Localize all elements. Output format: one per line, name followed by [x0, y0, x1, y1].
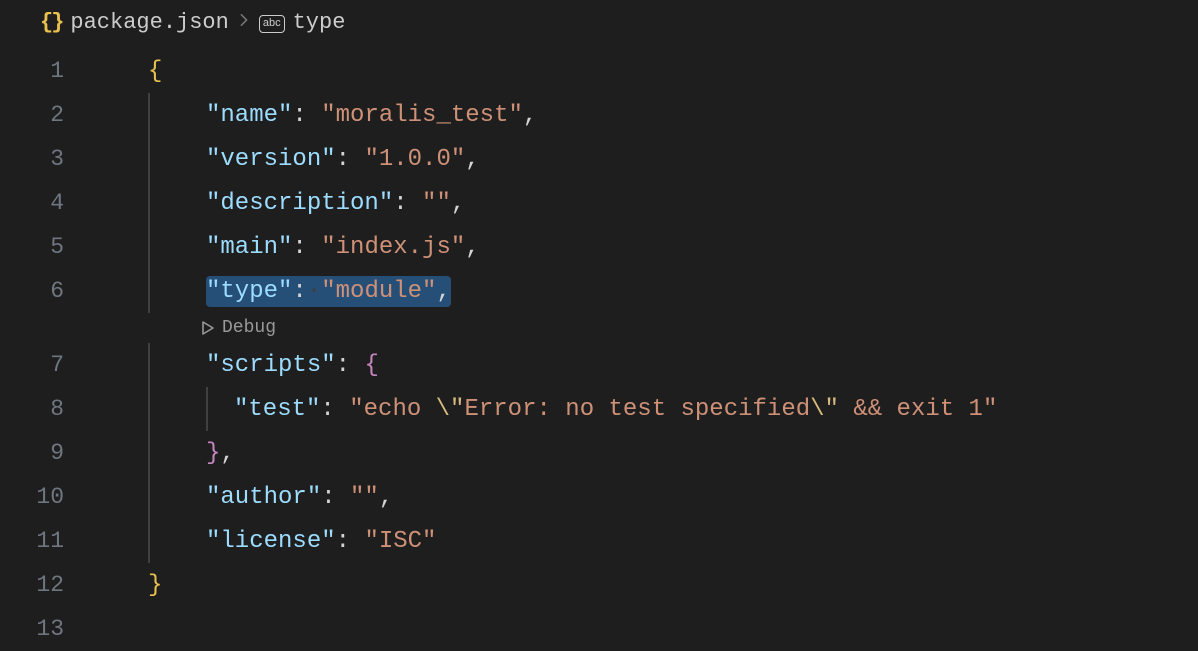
- json-value: "moralis_test": [321, 102, 523, 129]
- indent-guide: [148, 387, 150, 431]
- codelens-debug[interactable]: Debug: [0, 313, 1198, 343]
- codelens-label: Debug: [222, 318, 276, 338]
- line-number: 13: [0, 616, 92, 642]
- play-icon: [200, 320, 216, 336]
- code-line[interactable]: 9 },: [0, 431, 1198, 475]
- brace-close: }: [206, 440, 220, 467]
- line-number: 11: [0, 528, 92, 554]
- indent-guide: [148, 519, 150, 563]
- json-key: "scripts": [206, 352, 336, 379]
- code-line[interactable]: 7 "scripts": {: [0, 343, 1198, 387]
- line-number: 2: [0, 102, 92, 128]
- line-number: 5: [0, 234, 92, 260]
- json-value: "echo \"Error: no test specified\" && ex…: [349, 396, 997, 423]
- indent-guide: [148, 431, 150, 475]
- chevron-right-icon: [237, 11, 251, 34]
- json-key: "type": [206, 278, 292, 305]
- json-value: "": [350, 484, 379, 511]
- code-line[interactable]: 10 "author": "",: [0, 475, 1198, 519]
- code-line[interactable]: 3 "version": "1.0.0",: [0, 137, 1198, 181]
- line-number: 12: [0, 572, 92, 598]
- brace-open: {: [148, 58, 162, 85]
- code-line[interactable]: 12 }: [0, 563, 1198, 607]
- line-number: 3: [0, 146, 92, 172]
- code-line[interactable]: 5 "main": "index.js",: [0, 225, 1198, 269]
- brace-close: }: [148, 572, 162, 599]
- json-key: "author": [206, 484, 321, 511]
- code-editor[interactable]: 1 { 2 "name": "moralis_test", 3 "version…: [0, 45, 1198, 651]
- selection-highlight: "type":·"module",: [206, 276, 451, 307]
- json-value: "ISC": [364, 528, 436, 555]
- indent-guide: [148, 475, 150, 519]
- line-number: 1: [0, 58, 92, 84]
- json-key: "main": [206, 234, 292, 261]
- line-number: 10: [0, 484, 92, 510]
- json-key: "test": [234, 396, 320, 423]
- line-number: 9: [0, 440, 92, 466]
- code-line[interactable]: 1 {: [0, 49, 1198, 93]
- line-number: 7: [0, 352, 92, 378]
- string-symbol-icon: abc: [259, 15, 285, 33]
- indent-guide: [148, 137, 150, 181]
- indent-guide: [148, 343, 150, 387]
- indent-guide: [148, 225, 150, 269]
- json-value: "module": [321, 278, 436, 305]
- breadcrumb[interactable]: {} package.json abc type: [0, 0, 1198, 45]
- code-line[interactable]: 11 "license": "ISC": [0, 519, 1198, 563]
- line-number: 8: [0, 396, 92, 422]
- colon: :: [292, 102, 306, 129]
- json-value: "": [422, 190, 451, 217]
- code-line[interactable]: 2 "name": "moralis_test",: [0, 93, 1198, 137]
- breadcrumb-symbol[interactable]: type: [293, 10, 346, 35]
- json-key: "version": [206, 146, 336, 173]
- brace-open: {: [364, 352, 378, 379]
- line-number: 4: [0, 190, 92, 216]
- json-key: "description": [206, 190, 393, 217]
- indent-guide: [148, 269, 150, 313]
- code-line-highlighted[interactable]: 6 "type":·"module",: [0, 269, 1198, 313]
- code-line[interactable]: 4 "description": "",: [0, 181, 1198, 225]
- indent-guide: [148, 93, 150, 137]
- indent-guide: [206, 387, 208, 431]
- comma: ,: [523, 102, 537, 129]
- json-key: "name": [206, 102, 292, 129]
- line-number: 6: [0, 278, 92, 304]
- breadcrumb-file[interactable]: package.json: [70, 10, 228, 35]
- json-file-icon: {}: [40, 10, 62, 35]
- indent-guide: [148, 181, 150, 225]
- json-value: "index.js": [321, 234, 465, 261]
- code-line[interactable]: 8 "test": "echo \"Error: no test specifi…: [0, 387, 1198, 431]
- json-key: "license": [206, 528, 336, 555]
- code-line[interactable]: 13: [0, 607, 1198, 651]
- json-value: "1.0.0": [364, 146, 465, 173]
